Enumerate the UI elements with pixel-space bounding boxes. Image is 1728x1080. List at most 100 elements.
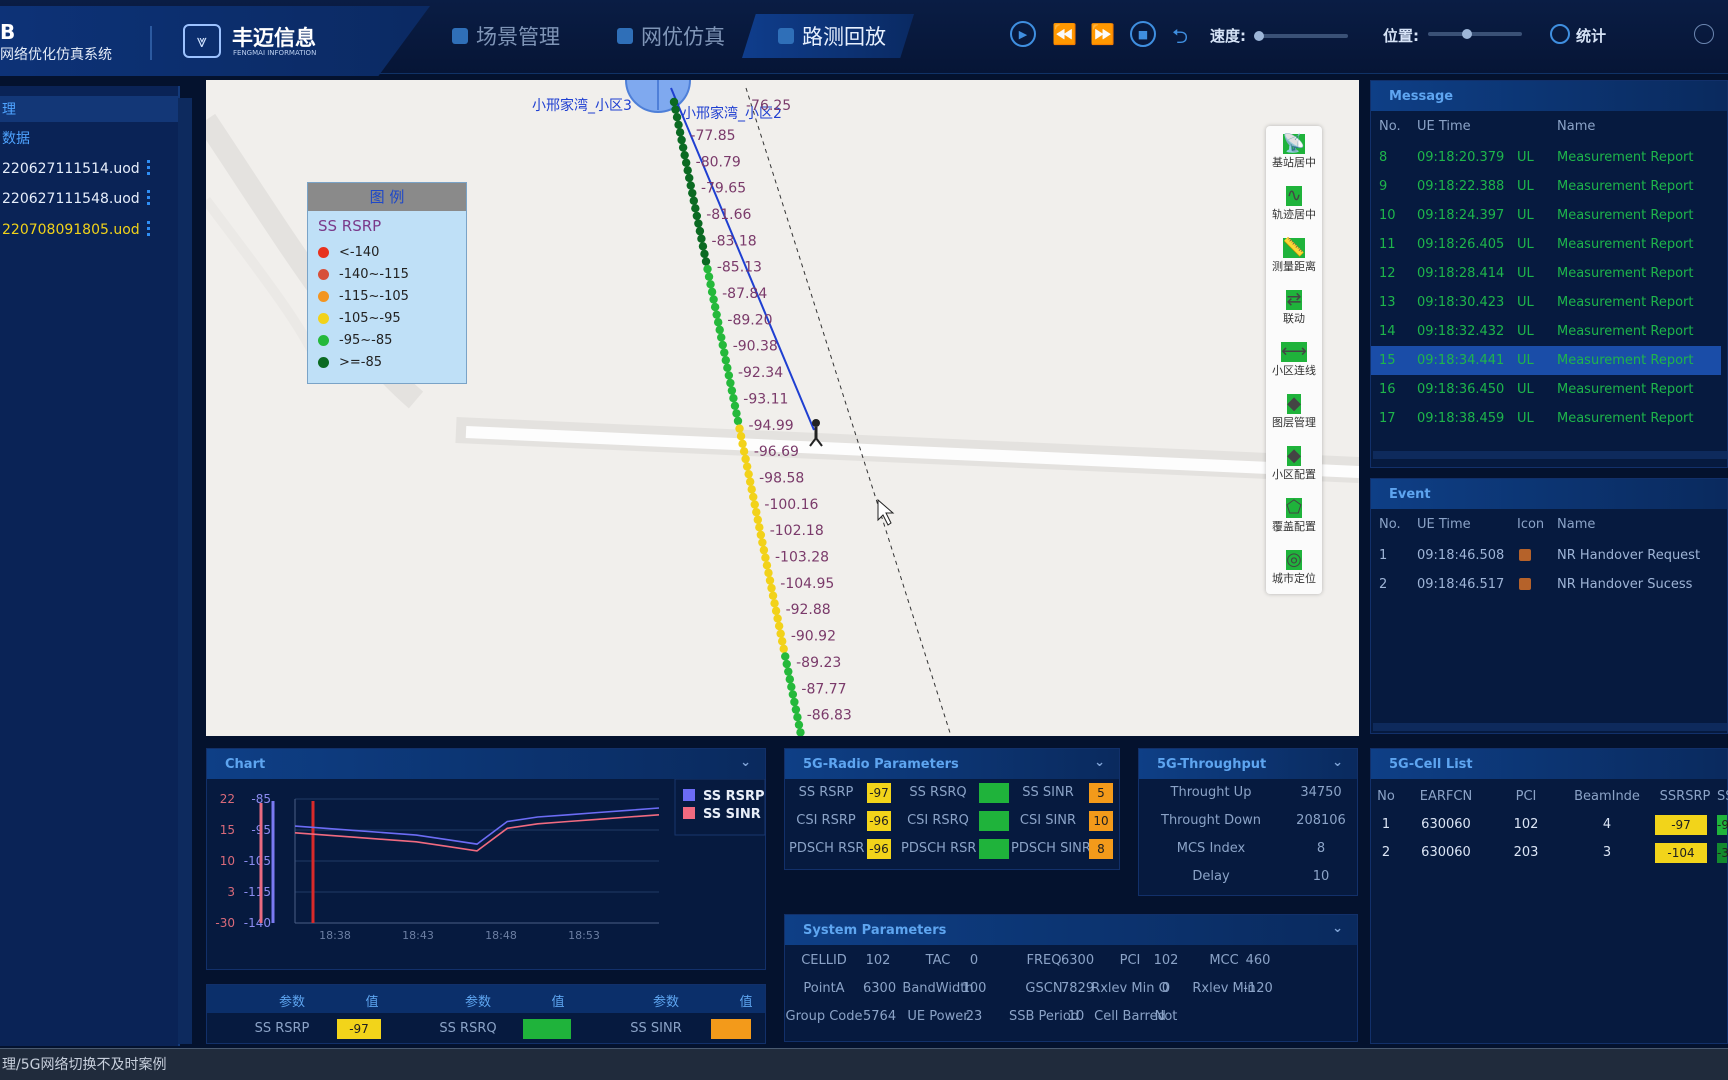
event-row[interactable]: 2 09:18:46.517 NR Handover Sucess <box>1371 570 1721 599</box>
cell-list-title: 5G-Cell List <box>1389 756 1473 772</box>
system-param-label: Group Code <box>785 1009 863 1024</box>
message-name: Measurement Report <box>1557 179 1694 194</box>
chevron-down-icon[interactable]: ⌄ <box>1094 755 1105 770</box>
tool-4[interactable]: ⟷ 小区连线 <box>1266 334 1322 386</box>
chevron-down-icon[interactable]: ⌄ <box>1332 755 1343 770</box>
tool-5[interactable]: ◆ 图层管理 <box>1266 386 1322 438</box>
tool-2[interactable]: 📏 测量距离 <box>1266 230 1322 282</box>
track-value-label: -87.77 <box>801 681 846 697</box>
stop-button[interactable]: ■ <box>1130 21 1156 47</box>
tool-8[interactable]: ◎ 城市定位 <box>1266 542 1322 594</box>
track-value-label: -103.28 <box>775 550 829 566</box>
handover-icon <box>1519 549 1531 561</box>
cell-list-pci: 203 <box>1513 845 1539 860</box>
legend-label: -95~-85 <box>339 332 393 348</box>
param-ss-rsrp: SS RSRP <box>254 1021 310 1036</box>
message-row[interactable]: 11 09:18:26.405 UL Measurement Report <box>1371 230 1721 259</box>
more-icon[interactable] <box>147 221 150 239</box>
track-value-label: -80.79 <box>696 154 741 170</box>
event-no: 2 <box>1379 577 1388 592</box>
value-ss-rsrp: -97 <box>337 1019 381 1039</box>
track-point <box>776 629 785 638</box>
throughput-header: 5G-Throughput ⌄ <box>1139 749 1357 779</box>
track-value-label: -98.58 <box>759 470 804 486</box>
position-slider[interactable] <box>1428 29 1522 39</box>
legend-item: -140~-115 <box>308 263 466 285</box>
map-canvas[interactable]: -77.85 -80.79 -79.65 -81.66 -83.18 -85.13 -87.… <box>206 80 1359 736</box>
message-scrollbar[interactable] <box>1373 451 1727 459</box>
track-point <box>738 439 747 448</box>
message-row[interactable]: 17 09:18:38.459 UL Measurement Report <box>1371 404 1721 433</box>
sidebar-file[interactable]: 220627111548.uod <box>0 186 180 212</box>
tool-6[interactable]: ◆ 小区配置 <box>1266 438 1322 490</box>
position-slider-knob[interactable] <box>1462 29 1472 39</box>
tool-icon: ◆ <box>1287 445 1301 466</box>
chart-canvas[interactable]: 2215103-30-85-95-105-115-14018:3818:4318… <box>207 779 767 969</box>
message-row[interactable]: 10 09:18:24.397 UL Measurement Report <box>1371 201 1721 230</box>
radio-param-value: 5 <box>1089 783 1113 803</box>
tool-7[interactable]: ⬠ 覆盖配置 <box>1266 490 1322 542</box>
reset-button[interactable]: ⮌ <box>1172 22 1188 56</box>
user-icon[interactable] <box>1694 24 1714 44</box>
track-value-label: -89.23 <box>796 655 841 671</box>
tab-scene-management[interactable]: 场景管理 <box>452 14 560 58</box>
tool-label: 小区连线 <box>1272 364 1316 377</box>
map-view[interactable]: -77.85 -80.79 -79.65 -81.66 -83.18 -85.13 -87.… <box>206 80 1359 736</box>
message-no: 11 <box>1379 237 1396 252</box>
play-button[interactable]: ▶ <box>1010 21 1036 47</box>
system-title: System Parameters <box>803 922 947 938</box>
stats-button[interactable]: 统计 <box>1576 25 1606 46</box>
track-point <box>706 280 715 289</box>
track-point <box>762 561 772 570</box>
tab-drive-test-playback[interactable]: 路测回放 <box>742 14 914 58</box>
chevron-down-icon[interactable]: ⌄ <box>740 755 751 770</box>
track-point <box>730 401 740 411</box>
message-row[interactable]: 14 09:18:32.432 UL Measurement Report <box>1371 317 1721 346</box>
track-point <box>691 204 700 213</box>
message-row[interactable]: 16 09:18:36.450 UL Measurement Report <box>1371 375 1721 404</box>
track-point <box>768 591 778 600</box>
tab-label: 路测回放 <box>802 25 886 49</box>
message-no: 14 <box>1379 324 1396 339</box>
fast-forward-button[interactable]: ⏩ <box>1090 22 1115 46</box>
app-code: B <box>0 20 16 44</box>
message-row[interactable]: 8 09:18:20.379 UL Measurement Report <box>1371 143 1721 172</box>
sidebar-file[interactable]: 220627111514.uod <box>0 156 180 182</box>
track-point <box>683 166 692 175</box>
message-name: Measurement Report <box>1557 295 1694 310</box>
message-row[interactable]: 9 09:18:22.388 UL Measurement Report <box>1371 172 1721 201</box>
speed-slider-knob[interactable] <box>1254 31 1264 41</box>
event-row[interactable]: 1 09:18:46.508 NR Handover Request <box>1371 541 1721 570</box>
sidebar-section-2[interactable]: 数据 <box>0 125 30 151</box>
more-icon[interactable] <box>147 160 150 178</box>
tool-1[interactable]: ∿ 轨迹居中 <box>1266 178 1322 230</box>
legend-label: -140~-115 <box>339 266 409 282</box>
message-no: 17 <box>1379 411 1396 426</box>
message-row[interactable]: 13 09:18:30.423 UL Measurement Report <box>1371 288 1721 317</box>
track-value-label: -90.38 <box>733 339 778 355</box>
speed-slider[interactable] <box>1254 31 1348 41</box>
company-name: 丰迈信息 <box>232 26 316 50</box>
col-ue-time: UE Time <box>1417 517 1471 532</box>
chevron-down-icon[interactable]: ⌄ <box>1332 921 1343 936</box>
sidebar-scrollbar[interactable] <box>178 98 192 1044</box>
tool-0[interactable]: 📡 基站居中 <box>1266 126 1322 178</box>
track-point <box>715 325 724 335</box>
series-line-0 <box>294 807 660 845</box>
sidebar-file-active[interactable]: 220708091805.uod <box>0 217 180 243</box>
rewind-button[interactable]: ⏪ <box>1052 22 1077 46</box>
sidebar-section-1[interactable]: 理 <box>0 96 16 122</box>
event-scrollbar[interactable] <box>1373 723 1727 731</box>
system-name: 网络优化仿真系统 <box>0 47 112 63</box>
more-icon[interactable] <box>147 190 150 208</box>
legend-metric: SS RSRP <box>318 217 382 235</box>
message-row[interactable]: 15 09:18:34.441 UL Measurement Report <box>1371 346 1721 375</box>
tab-network-sim[interactable]: 网优仿真 <box>617 14 725 58</box>
track-point <box>672 112 682 122</box>
message-row[interactable]: 12 09:18:28.414 UL Measurement Report <box>1371 259 1721 288</box>
tool-3[interactable]: ⇄ 联动 <box>1266 282 1322 334</box>
track-point <box>701 257 711 266</box>
tool-label: 测量距离 <box>1272 260 1316 273</box>
tool-icon: ◎ <box>1286 549 1302 570</box>
track-labels: -77.85 -80.79 -79.65 -81.66 -83.18 -85.13 -87.… <box>690 128 851 724</box>
